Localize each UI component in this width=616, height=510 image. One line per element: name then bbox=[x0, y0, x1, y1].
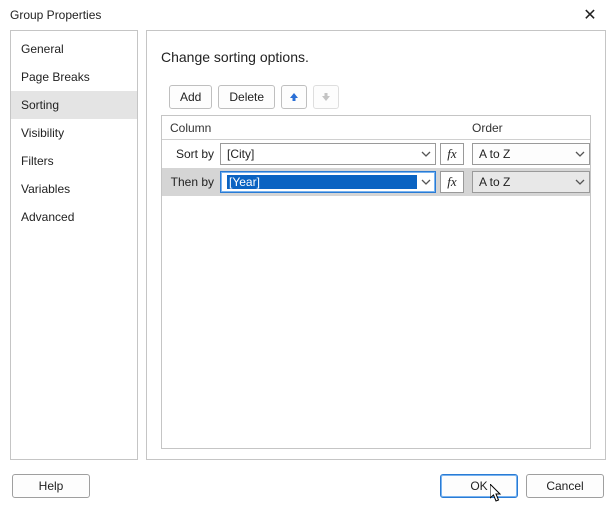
sidebar-item-label: Filters bbox=[21, 154, 54, 168]
combo-value: A to Z bbox=[479, 147, 571, 161]
combo-value: A to Z bbox=[479, 175, 571, 189]
close-icon: ✕ bbox=[583, 5, 596, 25]
sort-column-combo[interactable]: [Year] bbox=[220, 171, 436, 193]
sort-row[interactable]: Then by [Year] fx A to Z bbox=[162, 168, 590, 196]
sidebar-item-filters[interactable]: Filters bbox=[11, 147, 137, 175]
ok-button-label: OK bbox=[470, 479, 487, 493]
grid-header: Column Order bbox=[162, 116, 590, 140]
toolbar: Add Delete bbox=[169, 85, 591, 109]
help-button[interactable]: Help bbox=[12, 474, 90, 498]
move-up-button[interactable] bbox=[281, 85, 307, 109]
dialog-body: General Page Breaks Sorting Visibility F… bbox=[0, 30, 616, 468]
sort-order-combo[interactable]: A to Z bbox=[472, 171, 590, 193]
group-properties-dialog: Group Properties ✕ General Page Breaks S… bbox=[0, 0, 616, 510]
delete-button-label: Delete bbox=[229, 90, 264, 104]
sidebar-item-label: Sorting bbox=[21, 98, 59, 112]
help-button-label: Help bbox=[39, 479, 64, 493]
row-label: Sort by bbox=[162, 147, 220, 161]
expression-button[interactable]: fx bbox=[440, 143, 464, 165]
fx-label: fx bbox=[447, 146, 456, 162]
expression-button[interactable]: fx bbox=[440, 171, 464, 193]
sort-row[interactable]: Sort by [City] fx A to Z bbox=[162, 140, 590, 168]
add-button[interactable]: Add bbox=[169, 85, 212, 109]
fx-label: fx bbox=[447, 174, 456, 190]
sidebar-item-general[interactable]: General bbox=[11, 35, 137, 63]
order-header: Order bbox=[464, 121, 590, 135]
sidebar-item-label: Page Breaks bbox=[21, 70, 90, 84]
close-button[interactable]: ✕ bbox=[570, 2, 610, 28]
row-label: Then by bbox=[162, 175, 220, 189]
cancel-button[interactable]: Cancel bbox=[526, 474, 604, 498]
cancel-button-label: Cancel bbox=[546, 479, 583, 493]
sidebar-item-advanced[interactable]: Advanced bbox=[11, 203, 137, 231]
sidebar-item-variables[interactable]: Variables bbox=[11, 175, 137, 203]
nav-sidebar: General Page Breaks Sorting Visibility F… bbox=[10, 30, 138, 460]
sidebar-item-sorting[interactable]: Sorting bbox=[11, 91, 137, 119]
dialog-footer: Help OK Cancel bbox=[0, 468, 616, 510]
column-header: Column bbox=[162, 121, 464, 135]
chevron-down-icon bbox=[421, 177, 431, 187]
sidebar-item-label: Visibility bbox=[21, 126, 64, 140]
sort-order-combo[interactable]: A to Z bbox=[472, 143, 590, 165]
sidebar-item-page-breaks[interactable]: Page Breaks bbox=[11, 63, 137, 91]
chevron-down-icon bbox=[421, 149, 431, 159]
sort-grid: Column Order Sort by [City] fx bbox=[161, 115, 591, 449]
chevron-down-icon bbox=[575, 177, 585, 187]
window-title: Group Properties bbox=[10, 8, 570, 22]
sidebar-item-label: Advanced bbox=[21, 210, 74, 224]
sidebar-item-visibility[interactable]: Visibility bbox=[11, 119, 137, 147]
titlebar: Group Properties ✕ bbox=[0, 0, 616, 30]
sidebar-item-label: General bbox=[21, 42, 64, 56]
arrow-up-icon bbox=[288, 91, 300, 103]
main-panel: Change sorting options. Add Delete bbox=[146, 30, 606, 460]
sidebar-item-label: Variables bbox=[21, 182, 70, 196]
sort-column-combo[interactable]: [City] bbox=[220, 143, 436, 165]
page-heading: Change sorting options. bbox=[161, 49, 591, 65]
chevron-down-icon bbox=[575, 149, 585, 159]
ok-button[interactable]: OK bbox=[440, 474, 518, 498]
move-down-button[interactable] bbox=[313, 85, 339, 109]
combo-value: [City] bbox=[227, 147, 417, 161]
arrow-down-icon bbox=[320, 91, 332, 103]
combo-value: [Year] bbox=[227, 175, 417, 189]
delete-button[interactable]: Delete bbox=[218, 85, 275, 109]
add-button-label: Add bbox=[180, 90, 201, 104]
